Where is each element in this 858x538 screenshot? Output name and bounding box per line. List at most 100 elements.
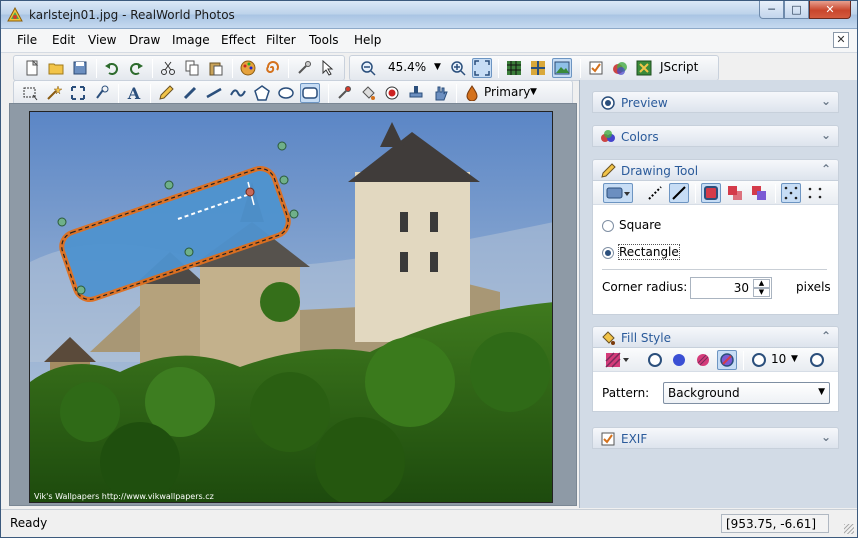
rounded-rect-icon	[302, 87, 318, 99]
status-bar: Ready [953.75, -6.61]	[1, 509, 857, 537]
solid-line-button[interactable]	[669, 183, 689, 203]
select-mode-button[interactable]	[318, 58, 338, 78]
spin-up-button[interactable]: ▲	[753, 279, 770, 288]
plugins-button[interactable]	[610, 58, 630, 78]
colors-panel-header[interactable]: Colors ⌄	[592, 125, 839, 147]
pattern-select[interactable]: Background ▼	[663, 382, 830, 404]
outline-only-button[interactable]	[749, 183, 769, 203]
hand-tool[interactable]	[430, 83, 450, 103]
grid-button[interactable]	[504, 58, 524, 78]
spin-down-button[interactable]: ▼	[753, 288, 770, 297]
clone-tool[interactable]	[92, 83, 112, 103]
fill-options-toolbar: 10 ▼	[593, 348, 838, 372]
fill-style-panel-header[interactable]: Fill Style ⌃	[592, 326, 839, 348]
menu-file[interactable]: File	[17, 33, 37, 47]
redeye-tool[interactable]	[382, 83, 402, 103]
paint-bucket-icon	[602, 331, 615, 345]
square-label[interactable]: Square	[619, 218, 661, 232]
chevron-down-icon: ▼	[818, 387, 825, 397]
jscript-button[interactable]	[634, 58, 654, 78]
shape-style-dropdown[interactable]	[603, 183, 633, 203]
zoom-out-button[interactable]	[358, 58, 378, 78]
checklist-button[interactable]	[586, 58, 606, 78]
maximize-button[interactable]: □	[784, 1, 809, 19]
snap-button[interactable]	[805, 183, 825, 203]
exif-panel-header[interactable]: EXIF ⌄	[592, 427, 839, 449]
shape-outline-button[interactable]	[807, 350, 827, 370]
paste-button[interactable]	[206, 58, 226, 78]
menu-draw[interactable]: Draw	[129, 33, 160, 47]
pixel-grid-button[interactable]	[528, 58, 548, 78]
menu-image[interactable]: Image	[172, 33, 210, 47]
menu-effect[interactable]: Effect	[221, 33, 256, 47]
zoom-in-button[interactable]	[448, 58, 468, 78]
copy-button[interactable]	[182, 58, 202, 78]
expand-chevron-icon[interactable]: ⌄	[821, 430, 831, 444]
undo-button[interactable]	[102, 58, 122, 78]
image-view-button[interactable]	[552, 58, 572, 78]
redo-button[interactable]	[126, 58, 146, 78]
menu-filter[interactable]: Filter	[266, 33, 296, 47]
rect-select-tool[interactable]	[20, 83, 40, 103]
outline-circle-button[interactable]	[645, 350, 665, 370]
fill-width-value[interactable]: 10	[771, 352, 786, 366]
image-canvas[interactable]: Vik's Wallpapers http://www.vikwallpaper…	[29, 111, 553, 503]
fill-only-button[interactable]	[725, 183, 745, 203]
ellipse-tool[interactable]	[276, 83, 296, 103]
pattern-fill-button[interactable]	[717, 350, 737, 370]
eyedropper-button[interactable]	[294, 58, 314, 78]
antialias-button[interactable]	[781, 183, 801, 203]
menu-tools[interactable]: Tools	[309, 33, 339, 47]
swirl-button[interactable]	[262, 58, 282, 78]
line-tool[interactable]	[204, 83, 224, 103]
width-dropdown-icon[interactable]: ▼	[791, 354, 798, 364]
menu-help[interactable]: Help	[354, 33, 381, 47]
polygon-tool[interactable]	[252, 83, 272, 103]
brush-width-icon-button[interactable]	[749, 350, 769, 370]
hatch-fill-button[interactable]	[693, 350, 713, 370]
polygon-icon	[254, 85, 270, 101]
drawing-tool-panel-header[interactable]: Drawing Tool ⌃	[592, 159, 839, 181]
color-dropdown-icon[interactable]: ▼	[530, 87, 537, 97]
title-bar[interactable]: karlstejn01.jpg - RealWorld Photos ─ □ ✕	[1, 1, 857, 29]
rectangle-label[interactable]: Rectangle	[618, 244, 680, 260]
primary-color-label[interactable]: Primary	[484, 85, 530, 99]
fill-tool[interactable]	[358, 83, 378, 103]
collapse-chevron-icon[interactable]: ⌃	[821, 329, 831, 343]
close-button[interactable]: ✕	[809, 1, 851, 19]
curve-tool[interactable]	[228, 83, 248, 103]
expand-chevron-icon[interactable]: ⌄	[821, 94, 831, 108]
rounded-rect-tool[interactable]	[300, 83, 320, 103]
rectangle-radio[interactable]	[602, 247, 614, 259]
document-close-button[interactable]: ✕	[833, 32, 849, 48]
brush-tool[interactable]	[180, 83, 200, 103]
jscript-label[interactable]: JScript	[660, 60, 698, 74]
magic-wand-tool[interactable]	[44, 83, 64, 103]
collapse-chevron-icon[interactable]: ⌃	[821, 162, 831, 176]
solid-fill-button[interactable]	[669, 350, 689, 370]
new-button[interactable]	[22, 58, 42, 78]
save-button[interactable]	[70, 58, 90, 78]
square-radio[interactable]	[602, 220, 614, 232]
effects-button[interactable]	[238, 58, 258, 78]
open-button[interactable]	[46, 58, 66, 78]
stamp-tool[interactable]	[406, 83, 426, 103]
fit-window-button[interactable]	[472, 58, 492, 78]
resize-grip[interactable]	[844, 524, 854, 534]
cut-button[interactable]	[158, 58, 178, 78]
zoom-dropdown-icon[interactable]: ▼	[434, 62, 441, 72]
crop-tool[interactable]	[68, 83, 88, 103]
corner-radius-input[interactable]: 30 ▲ ▼	[690, 277, 772, 299]
menu-edit[interactable]: Edit	[52, 33, 75, 47]
dash-pattern-button[interactable]	[645, 183, 665, 203]
text-tool[interactable]: A	[124, 83, 144, 103]
menu-view[interactable]: View	[88, 33, 116, 47]
pencil-tool[interactable]	[156, 83, 176, 103]
fill-pattern-dropdown[interactable]	[603, 350, 633, 370]
fill-and-outline-button[interactable]	[701, 183, 721, 203]
minimize-button[interactable]: ─	[759, 1, 784, 19]
color-picker-tool[interactable]	[334, 83, 354, 103]
expand-chevron-icon[interactable]: ⌄	[821, 128, 831, 142]
preview-panel-header[interactable]: Preview ⌄	[592, 91, 839, 113]
primary-color-swatch[interactable]	[462, 83, 482, 103]
